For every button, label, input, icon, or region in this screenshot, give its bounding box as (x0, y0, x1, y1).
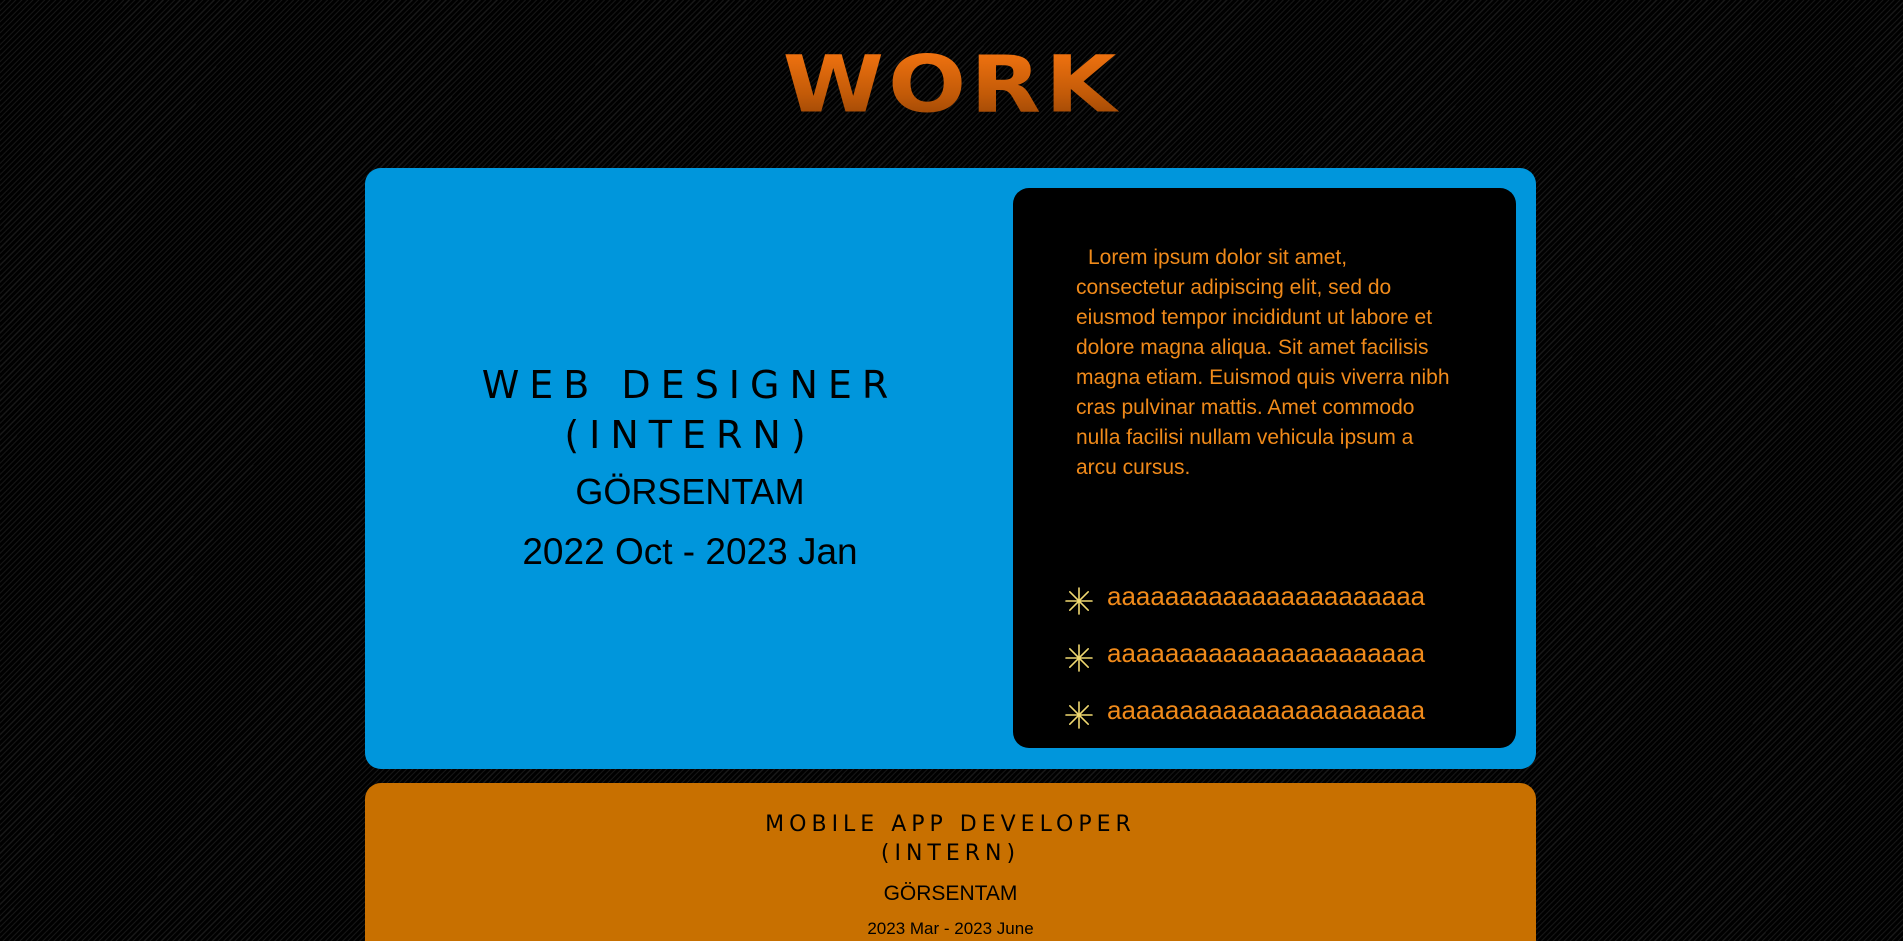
sparkle-icon (1065, 700, 1093, 729)
company-name: GÖRSENTAM (883, 882, 1018, 905)
sparkle-icon (1065, 643, 1093, 672)
job-card-web-designer: WEB DESIGNER (INTERN) GÖRSENTAM 2022 Oct… (365, 168, 1536, 769)
job-summary: MOBILE APP DEVELOPER (INTERN) GÖRSENTAM … (365, 783, 1536, 940)
job-title: WEB DESIGNER (INTERN) (482, 360, 899, 460)
page-title: WORK (0, 38, 1903, 132)
company-name: GÖRSENTAM (575, 470, 805, 512)
job-title-line2: (INTERN) (880, 841, 1021, 866)
list-item: aaaaaaaaaaaaaaaaaaaaaa (1063, 625, 1425, 682)
job-dates: 2022 Oct - 2023 Jan (522, 530, 858, 572)
job-summary: WEB DESIGNER (INTERN) GÖRSENTAM 2022 Oct… (365, 168, 1015, 769)
job-title-line1: MOBILE APP DEVELOPER (765, 812, 1136, 837)
job-title-line1: WEB DESIGNER (481, 362, 899, 407)
list-item: aaaaaaaaaaaaaaaaaaaaaa (1063, 568, 1425, 625)
job-title: MOBILE APP DEVELOPER (INTERN) (365, 810, 1536, 868)
job-card-mobile-app-developer: MOBILE APP DEVELOPER (INTERN) GÖRSENTAM … (365, 783, 1536, 941)
job-title-line2: (INTERN) (564, 412, 816, 457)
sparkle-icon (1065, 586, 1093, 615)
job-details-panel: Lorem ipsum dolor sit amet, consectetur … (1013, 188, 1516, 748)
list-item-text: aaaaaaaaaaaaaaaaaaaaaa (1107, 581, 1426, 611)
list-item-text: aaaaaaaaaaaaaaaaaaaaaa (1107, 695, 1426, 725)
job-description: Lorem ipsum dolor sit amet, consectetur … (1076, 246, 1450, 479)
list-item: aaaaaaaaaaaaaaaaaaaaaa (1063, 682, 1425, 739)
list-item-text: aaaaaaaaaaaaaaaaaaaaaa (1107, 638, 1426, 668)
job-dates: 2023 Mar - 2023 June (867, 919, 1034, 938)
job-highlights-list: aaaaaaaaaaaaaaaaaaaaaa aaaaaaaaaaaaaaaaa… (1063, 568, 1425, 739)
